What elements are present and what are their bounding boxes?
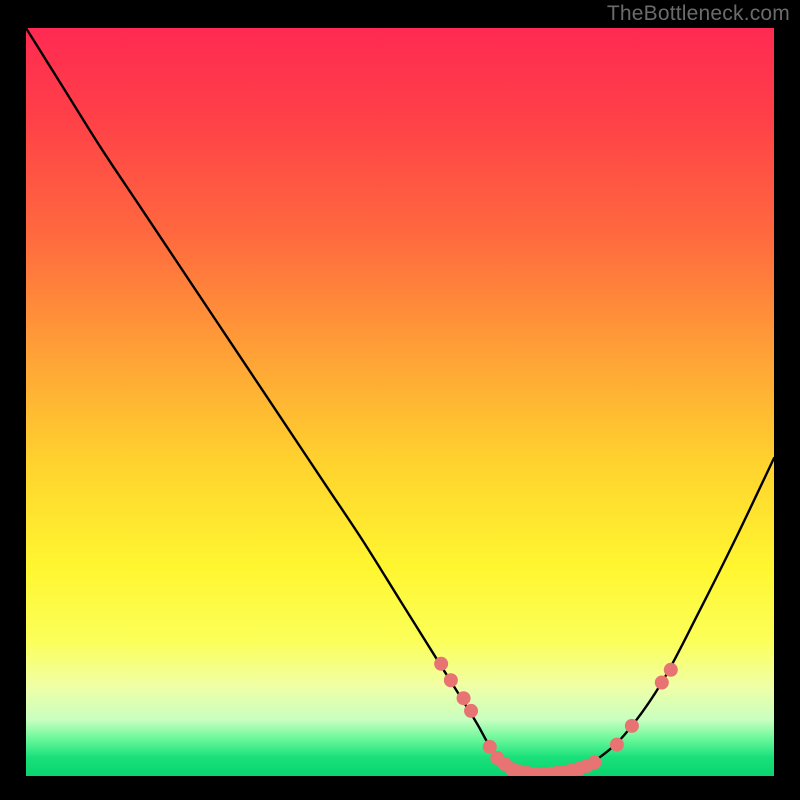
curve-markers	[434, 657, 678, 776]
curve-marker	[610, 738, 624, 752]
curve-overlay	[26, 28, 774, 776]
curve-marker	[587, 756, 601, 770]
curve-marker	[444, 673, 458, 687]
attribution-label: TheBottleneck.com	[607, 2, 790, 26]
curve-marker	[625, 719, 639, 733]
curve-marker	[664, 663, 678, 677]
chart-frame: TheBottleneck.com	[0, 0, 800, 800]
curve-marker	[434, 657, 448, 671]
bottleneck-curve	[26, 28, 774, 776]
curve-marker	[457, 691, 471, 705]
curve-marker	[655, 676, 669, 690]
curve-marker	[464, 704, 478, 718]
